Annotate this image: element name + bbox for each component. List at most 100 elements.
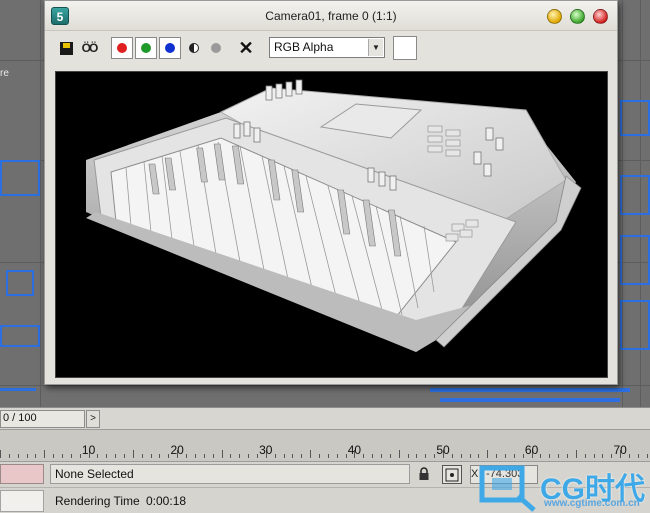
ruler-tick (301, 454, 303, 458)
wireframe-shape (440, 398, 620, 402)
clear-icon: ✕ (238, 38, 254, 58)
rendered-frame-window[interactable]: 5 Camera01, frame 0 (1:1) ÖÖ ✕ RGB Alpha… (44, 0, 618, 385)
blue-channel-icon (165, 43, 175, 53)
grid-line (0, 385, 650, 386)
ruler-tick (310, 450, 312, 458)
wireframe-shape (6, 270, 34, 296)
absolute-mode-icon (445, 468, 459, 481)
save-button[interactable] (55, 37, 77, 59)
mono-icon (189, 43, 199, 53)
render-output (55, 71, 608, 378)
ruler-tick (212, 454, 214, 458)
track-bar-ruler[interactable]: 10 20 30 40 50 60 70 (0, 429, 650, 461)
green-channel-toggle[interactable] (135, 37, 157, 59)
ruler-tick (336, 454, 338, 458)
ruler-tick (602, 454, 604, 458)
ruler-tick (389, 454, 391, 458)
ruler-tick (53, 454, 55, 458)
ruler-tick (194, 454, 196, 458)
ruler-tick (513, 454, 515, 458)
ruler-label: 10 (81, 443, 96, 457)
ruler-tick (593, 454, 595, 458)
wireframe-shape (0, 160, 40, 196)
clone-icon: ÖÖ (81, 41, 99, 55)
ruler-tick (8, 454, 10, 458)
chevron-down-icon[interactable]: ▼ (368, 39, 383, 56)
channel-select[interactable]: RGB Alpha ▼ (269, 37, 385, 58)
blue-channel-toggle[interactable] (159, 37, 181, 59)
lock-icon[interactable] (418, 467, 430, 481)
ruler-tick (159, 454, 161, 458)
alpha-toggle[interactable] (205, 37, 227, 59)
red-channel-icon (117, 43, 127, 53)
ruler-tick (248, 454, 250, 458)
wireframe-shape (620, 300, 650, 350)
ruler-tick (345, 454, 347, 458)
ruler-tick (274, 454, 276, 458)
ruler-label: 20 (170, 443, 184, 457)
minimize-button[interactable] (547, 9, 562, 24)
ruler-tick (558, 454, 560, 458)
rendering-time-value: 0:00:18 (146, 494, 187, 508)
red-channel-toggle[interactable] (111, 37, 133, 59)
ruler-tick (106, 454, 108, 458)
ruler-tick (283, 454, 285, 458)
ruler-tick (230, 454, 232, 458)
ruler-tick (478, 454, 480, 458)
frame-toolbar: ÖÖ ✕ RGB Alpha ▼ (45, 31, 617, 67)
watermark-subtext: www.cgtime.com.cn (544, 498, 640, 509)
wireframe-shape (620, 235, 650, 285)
channel-select-value: RGB Alpha (274, 40, 334, 54)
ruler-tick (221, 450, 223, 458)
ruler-tick (487, 450, 489, 458)
ruler-label: 50 (436, 443, 450, 457)
ruler-tick (584, 454, 586, 458)
save-icon (59, 41, 73, 55)
ruler-tick (416, 454, 418, 458)
ruler-tick (575, 450, 577, 458)
time-slider[interactable]: 0 / 100 > (0, 407, 650, 429)
ruler-tick (0, 450, 1, 458)
watermark-icon (479, 465, 536, 512)
maximize-button[interactable] (570, 9, 585, 24)
ruler-tick (79, 454, 81, 458)
ruler-tick (469, 454, 471, 458)
clear-button[interactable]: ✕ (235, 37, 257, 59)
ruler-tick (567, 454, 569, 458)
ruler-tick (256, 454, 258, 458)
title-bar[interactable]: 5 Camera01, frame 0 (1:1) (45, 1, 617, 31)
rendering-time-label: Rendering Time (55, 494, 140, 508)
ruler-tick (372, 454, 374, 458)
mono-toggle[interactable] (183, 37, 205, 59)
ruler-tick (540, 454, 542, 458)
ruler-tick (318, 454, 320, 458)
ruler-tick (70, 454, 72, 458)
grid-line (40, 0, 41, 407)
wireframe-shape (430, 388, 630, 392)
ruler-tick (611, 454, 613, 458)
viewport-label: re (0, 68, 9, 79)
ruler-tick (425, 454, 427, 458)
color-swatch[interactable] (393, 36, 417, 60)
maxscript-listener[interactable] (0, 464, 44, 484)
close-button[interactable] (593, 9, 608, 24)
ruler-tick (407, 454, 409, 458)
ruler-tick (141, 454, 143, 458)
absolute-mode-toggle[interactable] (442, 465, 462, 484)
ruler-tick (132, 450, 134, 458)
ruler-label: 60 (524, 443, 539, 457)
ruler-tick (522, 454, 524, 458)
ruler-tick (434, 454, 436, 458)
ruler-tick (203, 454, 205, 458)
next-frame-button[interactable]: > (86, 410, 100, 428)
frame-counter[interactable]: 0 / 100 (0, 410, 85, 428)
maxscript-output[interactable] (0, 490, 44, 512)
ruler-tick (451, 454, 453, 458)
clone-button[interactable]: ÖÖ (78, 37, 100, 59)
ruler-tick (115, 454, 117, 458)
wireframe-shape (620, 175, 650, 215)
ruler-label: 70 (613, 443, 627, 457)
ruler-tick (17, 454, 19, 458)
window-title: Camera01, frame 0 (1:1) (265, 9, 397, 23)
alpha-icon (211, 43, 221, 53)
